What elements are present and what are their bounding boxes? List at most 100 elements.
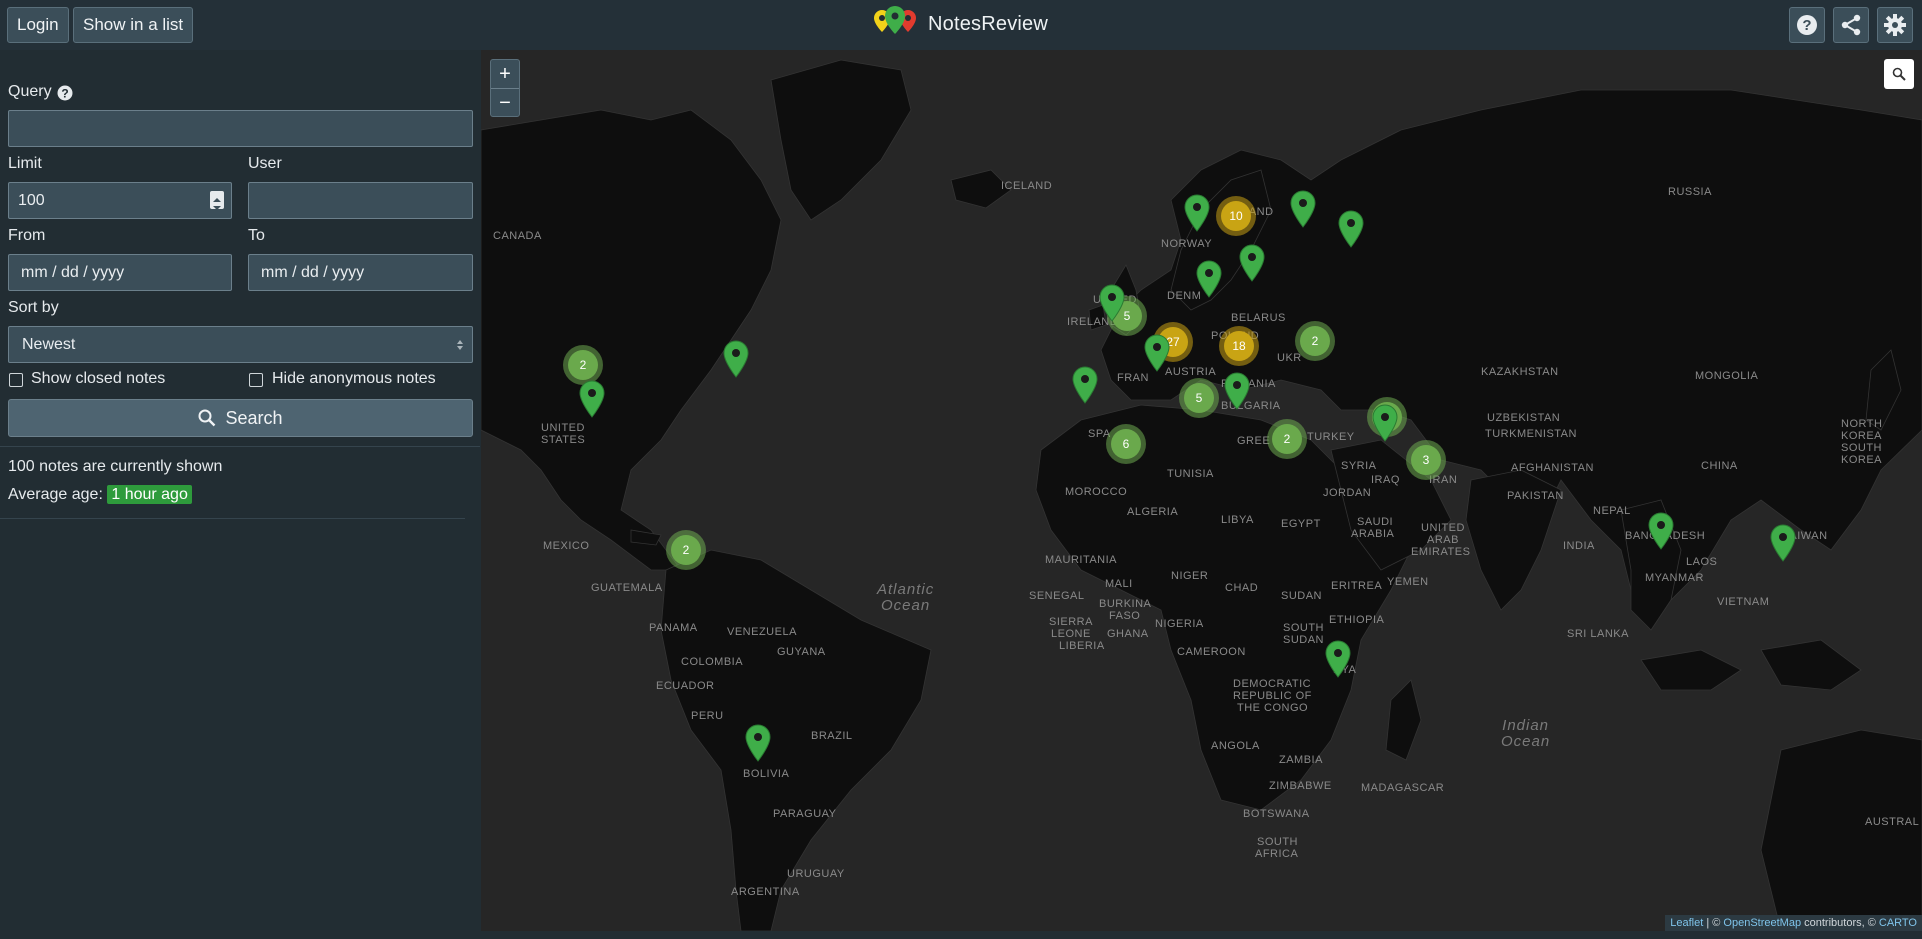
- note-marker-icon[interactable]: [1099, 284, 1125, 322]
- map-label: AUSTRAL: [1865, 816, 1920, 828]
- map-label: SIERRA: [1049, 616, 1093, 628]
- marker-cluster[interactable]: 2: [1267, 419, 1307, 459]
- app-title: NotesReview: [928, 12, 1049, 35]
- cluster-count: 18: [1224, 331, 1254, 361]
- map-label: ETHIOPIA: [1329, 614, 1385, 626]
- share-icon: [1841, 14, 1861, 36]
- settings-button[interactable]: [1877, 7, 1913, 43]
- marker-cluster[interactable]: 18: [1219, 326, 1259, 366]
- marker-cluster[interactable]: 2: [1295, 321, 1335, 361]
- map-label: ICELAND: [1001, 180, 1053, 192]
- map-label: KOREA: [1841, 454, 1883, 466]
- note-marker-icon[interactable]: [1144, 334, 1170, 372]
- map-label: COLOMBIA: [681, 656, 744, 668]
- show-list-button[interactable]: Show in a list: [73, 7, 194, 43]
- show-closed-checkbox[interactable]: [9, 373, 23, 387]
- sort-label: Sort by: [8, 299, 59, 316]
- note-marker-icon[interactable]: [1072, 366, 1098, 404]
- cluster-count: 5: [1184, 383, 1214, 413]
- note-marker-icon[interactable]: [745, 724, 771, 762]
- svg-text:?: ?: [61, 87, 68, 101]
- map-label: RUSSIA: [1668, 186, 1712, 198]
- question-circle-icon: ?: [1797, 15, 1817, 35]
- marker-cluster[interactable]: 6: [1106, 424, 1146, 464]
- sort-select[interactable]: Newest: [8, 326, 473, 363]
- hide-anonymous-label[interactable]: Hide anonymous notes: [272, 370, 436, 388]
- ocean-label: Indian Ocean: [1501, 718, 1550, 750]
- marker-cluster[interactable]: 3: [1406, 440, 1446, 480]
- cluster-count: 2: [1272, 424, 1302, 454]
- map-label: MADAGASCAR: [1361, 782, 1445, 794]
- search-button[interactable]: Search: [8, 399, 473, 437]
- user-input[interactable]: [248, 182, 473, 219]
- divider: [0, 518, 465, 519]
- attribution-text: contributors, ©: [1801, 917, 1879, 929]
- note-marker-icon[interactable]: [1196, 260, 1222, 298]
- map-label: UZBEKISTAN: [1487, 412, 1561, 424]
- map-label: EMIRATES: [1411, 546, 1471, 558]
- divider: [0, 446, 480, 447]
- average-age-badge: 1 hour ago: [107, 485, 192, 504]
- note-marker-icon[interactable]: [1325, 640, 1351, 678]
- note-marker-icon[interactable]: [1184, 194, 1210, 232]
- map-label: TUNISIA: [1167, 468, 1214, 480]
- map-label: GREE: [1237, 435, 1271, 447]
- map-label: SENEGAL: [1029, 590, 1085, 602]
- map-label: GUATEMALA: [591, 582, 663, 594]
- map-label: BURKINA: [1099, 598, 1152, 610]
- map-label: MALI: [1105, 578, 1133, 590]
- map-label: ARAB: [1427, 534, 1459, 546]
- ocean-label-line: Atlantic: [877, 581, 935, 598]
- from-date-input[interactable]: mm / dd / yyyy: [8, 254, 232, 291]
- show-closed-label[interactable]: Show closed notes: [31, 370, 165, 388]
- map-label: DEMOCRATIC: [1233, 678, 1312, 690]
- brand: NotesReview: [872, 4, 1048, 44]
- query-input[interactable]: [8, 110, 473, 147]
- login-button[interactable]: Login: [7, 7, 69, 43]
- leaflet-link[interactable]: Leaflet: [1670, 917, 1703, 929]
- map-search-button[interactable]: [1884, 59, 1914, 89]
- limit-stepper[interactable]: 100: [8, 182, 232, 219]
- marker-cluster[interactable]: 10: [1216, 196, 1256, 236]
- osm-link[interactable]: OpenStreetMap: [1723, 917, 1801, 929]
- select-arrows-icon: [457, 340, 463, 350]
- ocean-label: Atlantic Ocean: [877, 582, 934, 614]
- sort-value: Newest: [22, 336, 76, 353]
- note-marker-icon[interactable]: [579, 380, 605, 418]
- map-label: SOUTH: [1841, 442, 1882, 454]
- zoom-out-button[interactable]: −: [491, 89, 519, 117]
- note-marker-icon[interactable]: [1290, 190, 1316, 228]
- note-marker-icon[interactable]: [1372, 404, 1398, 442]
- map-label: ALGERIA: [1127, 506, 1179, 518]
- zoom-in-button[interactable]: +: [491, 60, 519, 88]
- map-label: KAZAKHSTAN: [1481, 366, 1559, 378]
- note-marker-icon[interactable]: [1338, 210, 1364, 248]
- map-label: REPUBLIC OF: [1233, 690, 1312, 702]
- map-label: ZIMBABWE: [1269, 780, 1332, 792]
- map-label: SOUTH: [1283, 622, 1324, 634]
- search-icon: [198, 409, 216, 427]
- map-label: IRAQ: [1371, 474, 1400, 486]
- note-marker-icon[interactable]: [723, 340, 749, 378]
- map-label: KOREA: [1841, 430, 1883, 442]
- query-help-icon[interactable]: ?: [57, 85, 73, 106]
- marker-cluster[interactable]: 2: [666, 530, 706, 570]
- help-button[interactable]: ?: [1789, 7, 1825, 43]
- note-marker-icon[interactable]: [1770, 524, 1796, 562]
- average-age-label: Average age:: [8, 486, 103, 503]
- to-date-input[interactable]: mm / dd / yyyy: [248, 254, 473, 291]
- map-label: THE CONGO: [1237, 702, 1309, 714]
- stepper-arrows-icon[interactable]: [210, 191, 224, 210]
- note-marker-icon[interactable]: [1239, 244, 1265, 282]
- marker-cluster[interactable]: 5: [1179, 378, 1219, 418]
- hide-anonymous-checkbox[interactable]: [249, 373, 263, 387]
- map-attribution: Leaflet | © OpenStreetMap contributors, …: [1665, 915, 1922, 931]
- marker-cluster[interactable]: 2: [563, 345, 603, 385]
- carto-link[interactable]: CARTO: [1879, 917, 1917, 929]
- map-label: PARAGUAY: [773, 808, 837, 820]
- note-marker-icon[interactable]: [1648, 512, 1674, 550]
- share-button[interactable]: [1833, 7, 1869, 43]
- notes-map[interactable]: CANADA UNITED STATES MEXICO GUATEMALA PA…: [481, 50, 1922, 931]
- cluster-count: 10: [1221, 201, 1251, 231]
- note-marker-icon[interactable]: [1224, 372, 1250, 410]
